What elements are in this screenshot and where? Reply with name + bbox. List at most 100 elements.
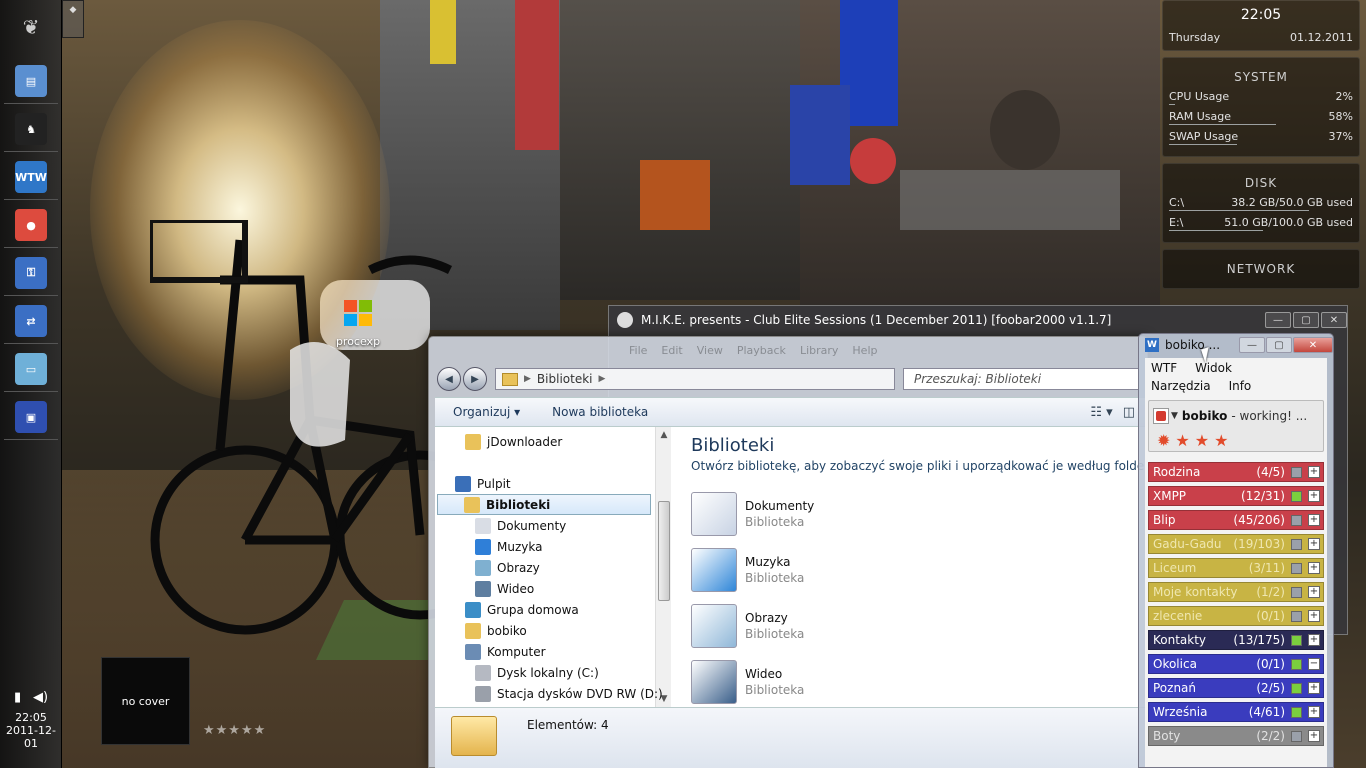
explorer-window[interactable]: File Edit View Playback Library Help ◀ ▶ ▶ Bi… <box>428 336 1148 768</box>
expand-icon[interactable]: + <box>1308 730 1320 742</box>
scroll-thumb[interactable] <box>658 501 670 601</box>
foobar-close-button[interactable]: ✕ <box>1321 312 1347 328</box>
taskbar-button-foobar[interactable]: ♞ <box>9 108 53 150</box>
im-minimize-button[interactable]: — <box>1239 337 1265 353</box>
nav-item-grupa-domowa[interactable]: Grupa domowa <box>465 599 579 620</box>
preview-pane-icon[interactable]: ◫ <box>1123 405 1135 420</box>
group-status-icon[interactable] <box>1291 730 1302 742</box>
expand-icon[interactable]: + <box>1308 514 1320 526</box>
organize-button[interactable]: Organizuj ▾ <box>453 405 520 419</box>
back-button[interactable]: ◀ <box>437 367 461 391</box>
expand-icon[interactable]: + <box>1308 538 1320 550</box>
desktop-icon-procexp[interactable]: procexp <box>328 296 388 348</box>
nav-item-dysk-lokalny-c-[interactable]: Dysk lokalny (C:) <box>475 662 599 683</box>
nav-item-wideo[interactable]: Wideo <box>475 578 534 599</box>
forward-button[interactable]: ▶ <box>463 367 487 391</box>
contact-group[interactable]: Blip (45/206) + <box>1148 510 1324 530</box>
tray-clock-date[interactable]: 2011-12-01 <box>0 724 62 750</box>
taskbar-button-wtw[interactable]: WTW <box>9 156 53 198</box>
group-status-icon[interactable] <box>1291 562 1302 574</box>
status-plugin-icons[interactable]: ✹★★★ <box>1153 431 1319 450</box>
foobar-titlebar[interactable]: M.I.K.E. presents - Club Elite Sessions … <box>609 306 1347 334</box>
status-dropdown-icon[interactable]: ▼ <box>1171 411 1178 421</box>
nav-item-biblioteki[interactable]: Biblioteki <box>437 494 651 515</box>
contact-group[interactable]: Gadu-Gadu (19/103) + <box>1148 534 1324 554</box>
nav-item-obrazy[interactable]: Obrazy <box>475 557 540 578</box>
nav-item-stacja-dysków-dvd-rw-d-[interactable]: Stacja dysków DVD RW (D:) <box>475 683 663 704</box>
taskbar-button-notepad[interactable]: ▭ <box>9 348 53 390</box>
expand-icon[interactable]: + <box>1308 586 1320 598</box>
nav-item-komputer[interactable]: Komputer <box>465 641 546 662</box>
library-wideo[interactable]: Wideo Biblioteka <box>691 657 804 707</box>
group-status-icon[interactable] <box>1291 490 1302 502</box>
taskbar-button-keyfile[interactable]: ⚿ <box>9 252 53 294</box>
speaker-icon[interactable]: ◀) <box>33 690 48 705</box>
rating-stars[interactable]: ★★★★★ <box>203 723 266 738</box>
contact-group[interactable]: Września (4/61) + <box>1148 702 1324 722</box>
expand-icon[interactable]: + <box>1308 562 1320 574</box>
contact-group[interactable]: Moje kontakty (1/2) + <box>1148 582 1324 602</box>
group-status-icon[interactable] <box>1291 634 1302 646</box>
group-status-icon[interactable] <box>1291 466 1302 478</box>
expand-icon[interactable]: + <box>1308 706 1320 718</box>
battery-icon[interactable]: ▮ <box>14 690 21 705</box>
collapse-icon[interactable]: − <box>1308 658 1320 670</box>
contact-group[interactable]: XMPP (12/31) + <box>1148 486 1324 506</box>
im-menu-wtf[interactable]: WTF <box>1151 361 1177 379</box>
group-status-icon[interactable] <box>1291 610 1302 622</box>
contact-group[interactable]: Rodzina (4/5) + <box>1148 462 1324 482</box>
nav-item-jdownloader[interactable]: jDownloader <box>465 431 562 452</box>
taskbar-button-file-manager[interactable]: ▤ <box>9 60 53 102</box>
group-status-icon[interactable] <box>1291 538 1302 550</box>
nav-item-bobiko[interactable]: bobiko <box>465 620 527 641</box>
expand-icon[interactable]: + <box>1308 634 1320 646</box>
contact-group[interactable]: Liceum (3/11) + <box>1148 558 1324 578</box>
library-obrazy[interactable]: Obrazy Biblioteka <box>691 601 804 651</box>
show-desktop-button[interactable]: ◆ <box>62 0 84 38</box>
contact-group[interactable]: Poznań (2/5) + <box>1148 678 1324 698</box>
contact-group[interactable]: Boty (2/2) + <box>1148 726 1324 746</box>
expand-icon[interactable]: + <box>1308 490 1320 502</box>
im-menu-info[interactable]: Info <box>1229 379 1252 397</box>
group-status-icon[interactable] <box>1291 586 1302 598</box>
scroll-up-icon[interactable]: ▲ <box>656 427 672 443</box>
address-box[interactable]: ▶ Biblioteki ▶ <box>495 368 895 390</box>
expand-icon[interactable]: + <box>1308 682 1320 694</box>
breadcrumb-biblioteki[interactable]: Biblioteki <box>537 372 593 386</box>
im-menu-narzdzia[interactable]: Narzędzia <box>1151 379 1211 397</box>
taskbar-button-network[interactable]: ⇄ <box>9 300 53 342</box>
group-status-icon[interactable] <box>1291 706 1302 718</box>
view-options-icon[interactable]: ☷ ▾ <box>1090 405 1112 420</box>
new-library-button[interactable]: Nowa biblioteka <box>552 405 648 419</box>
breadcrumb-chevron-icon[interactable]: ▶ <box>599 374 606 384</box>
foobar-maximize-button[interactable]: ▢ <box>1293 312 1319 328</box>
breadcrumb-chevron-icon[interactable]: ▶ <box>524 374 531 384</box>
nav-item-pulpit[interactable]: Pulpit <box>455 473 511 494</box>
expand-icon[interactable]: + <box>1308 466 1320 478</box>
contact-group[interactable]: Kontakty (13/175) + <box>1148 630 1324 650</box>
library-dokumenty[interactable]: Dokumenty Biblioteka <box>691 489 814 539</box>
nav-item-muzyka[interactable]: Muzyka <box>475 536 542 557</box>
status-description[interactable]: - working! ... <box>1231 409 1307 423</box>
contact-group[interactable]: zlecenie (0/1) + <box>1148 606 1324 626</box>
group-status-icon[interactable] <box>1291 682 1302 694</box>
status-busy-button[interactable] <box>1153 408 1169 424</box>
tray-clock-time[interactable]: 22:05 <box>0 711 62 724</box>
taskbar-button-floppy[interactable]: ▣ <box>9 396 53 438</box>
library-muzyka[interactable]: Muzyka Biblioteka <box>691 545 804 595</box>
group-status-icon[interactable] <box>1291 514 1302 526</box>
im-window[interactable]: W bobiko ... — ▢ ✕ WTF Widok Narzędzia Info… <box>1138 333 1334 768</box>
group-status-icon[interactable] <box>1291 658 1302 670</box>
contact-group[interactable]: Okolica (0/1) − <box>1148 654 1324 674</box>
search-input[interactable]: Przeszukaj: Biblioteki <box>903 368 1139 390</box>
im-titlebar[interactable]: W bobiko ... — ▢ ✕ <box>1139 334 1333 356</box>
taskbar-button-start-orb[interactable]: ❦ <box>9 6 53 48</box>
im-menu-widok[interactable]: Widok <box>1195 361 1232 379</box>
foobar-minimize-button[interactable]: — <box>1265 312 1291 328</box>
nav-item-dokumenty[interactable]: Dokumenty <box>475 515 566 536</box>
nav-scrollbar[interactable]: ▲ ▼ <box>655 427 671 707</box>
im-maximize-button[interactable]: ▢ <box>1266 337 1292 353</box>
im-close-button[interactable]: ✕ <box>1293 337 1333 353</box>
content-subtitle[interactable]: Otwórz bibliotekę, aby zobaczyć swoje pl… <box>691 459 1147 473</box>
expand-icon[interactable]: + <box>1308 610 1320 622</box>
